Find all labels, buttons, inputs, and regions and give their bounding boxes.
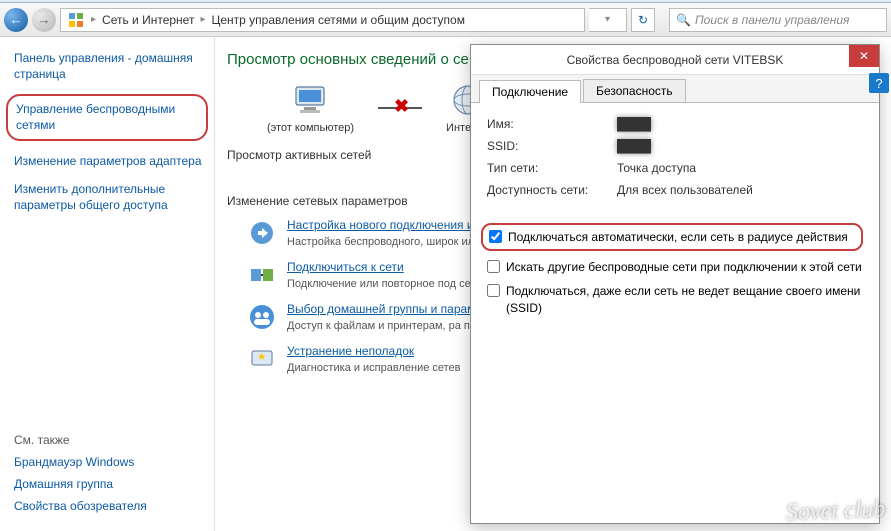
checkbox-label: Подключаться, даже если сеть не ведет ве…	[506, 283, 863, 315]
field-type: Тип сети: Точка доступа	[487, 161, 863, 175]
checkbox-search-other[interactable]: Искать другие беспроводные сети при подк…	[487, 259, 863, 275]
task-link[interactable]: Настройка нового подключения и	[287, 218, 474, 232]
tab-connection[interactable]: Подключение	[479, 80, 581, 103]
field-value: Для всех пользователей	[617, 183, 753, 197]
field-name: Имя: ████	[487, 117, 863, 131]
field-ssid: SSID: ████	[487, 139, 863, 153]
sidebar-link-adapter[interactable]: Изменение параметров адаптера	[14, 153, 204, 169]
task-link[interactable]: Устранение неполадок	[287, 344, 414, 358]
sidebar-link-sharing[interactable]: Изменить дополнительные параметры общего…	[14, 181, 204, 213]
field-label: Доступность сети:	[487, 183, 617, 197]
field-label: SSID:	[487, 139, 617, 153]
breadcrumb-dropdown[interactable]: ▾	[589, 8, 627, 32]
dialog-title-text: Свойства беспроводной сети VITEBSK	[567, 53, 784, 67]
field-value: Точка доступа	[617, 161, 696, 175]
field-value: ████	[617, 139, 651, 153]
breadcrumb-item[interactable]: Сеть и Интернет	[102, 13, 194, 27]
sidebar-footer: См. также Брандмауэр Windows Домашняя гр…	[14, 433, 204, 521]
sidebar-footer-link-firewall[interactable]: Брандмауэр Windows	[14, 455, 204, 469]
window-titlebar: _ ▢ ✕	[0, 0, 891, 3]
breadcrumb-separator: ▸	[200, 14, 205, 25]
refresh-button[interactable]: ↻	[631, 8, 655, 32]
checkbox-connect-hidden[interactable]: Подключаться, даже если сеть не ведет ве…	[487, 283, 863, 315]
network-line: ✖	[378, 107, 422, 109]
network-broken-icon: ✖	[394, 96, 409, 117]
checkbox-input[interactable]	[489, 230, 502, 243]
dialog-tabs: Подключение Безопасность	[471, 75, 879, 103]
search-input[interactable]: 🔍 Поиск в панели управления	[669, 8, 887, 32]
see-also-heading: См. также	[14, 433, 204, 447]
homegroup-icon	[247, 302, 277, 332]
sidebar-footer-link-homegroup[interactable]: Домашняя группа	[14, 477, 204, 491]
control-panel-icon	[67, 11, 85, 29]
task-desc: Диагностика и исправление сетев	[287, 361, 461, 376]
dialog-title: Свойства беспроводной сети VITEBSK ✕	[471, 45, 879, 75]
breadcrumb-separator: ▸	[91, 14, 96, 25]
sidebar-home-link[interactable]: Панель управления - домашняя страница	[14, 51, 204, 82]
task-link[interactable]: Подключиться к сети	[287, 260, 404, 274]
back-button[interactable]: ←	[4, 8, 28, 32]
dialog-body: Имя: ████ SSID: ████ Тип сети: Точка дос…	[471, 103, 879, 338]
navigation-bar: ← → ▸ Сеть и Интернет ▸ Центр управления…	[0, 3, 891, 37]
dialog-help-button[interactable]: ?	[869, 73, 889, 93]
field-label: Тип сети:	[487, 161, 617, 175]
checkbox-input[interactable]	[487, 284, 500, 297]
field-label: Имя:	[487, 117, 617, 131]
search-icon: 🔍	[676, 13, 691, 27]
checkbox-auto-connect[interactable]: Подключаться автоматически, если сеть в …	[481, 223, 863, 251]
checkbox-input[interactable]	[487, 260, 500, 273]
tab-security[interactable]: Безопасность	[583, 79, 686, 102]
new-connection-icon	[247, 218, 277, 248]
checkbox-label: Подключаться автоматически, если сеть в …	[508, 229, 848, 245]
computer-icon	[291, 82, 331, 118]
breadcrumb[interactable]: ▸ Сеть и Интернет ▸ Центр управления сет…	[60, 8, 585, 32]
network-node-computer: (этот компьютер)	[267, 82, 354, 134]
field-value: ████	[617, 117, 651, 131]
search-placeholder: Поиск в панели управления	[695, 13, 850, 27]
wireless-properties-dialog: Свойства беспроводной сети VITEBSK ✕ ? П…	[470, 44, 880, 524]
troubleshoot-icon	[247, 344, 277, 374]
node-label: (этот компьютер)	[267, 122, 354, 134]
task-link[interactable]: Выбор домашней группы и парам	[287, 302, 475, 316]
connect-network-icon	[247, 260, 277, 290]
sidebar: Панель управления - домашняя страница Уп…	[0, 37, 215, 531]
sidebar-link-wireless[interactable]: Управление беспроводными сетями	[6, 94, 208, 140]
dialog-close-button[interactable]: ✕	[849, 45, 879, 67]
sidebar-footer-link-internet-options[interactable]: Свойства обозревателя	[14, 499, 204, 513]
forward-button[interactable]: →	[32, 8, 56, 32]
field-availability: Доступность сети: Для всех пользователей	[487, 183, 863, 197]
checkbox-label: Искать другие беспроводные сети при подк…	[506, 259, 862, 275]
breadcrumb-item[interactable]: Центр управления сетями и общим доступом	[211, 13, 465, 27]
